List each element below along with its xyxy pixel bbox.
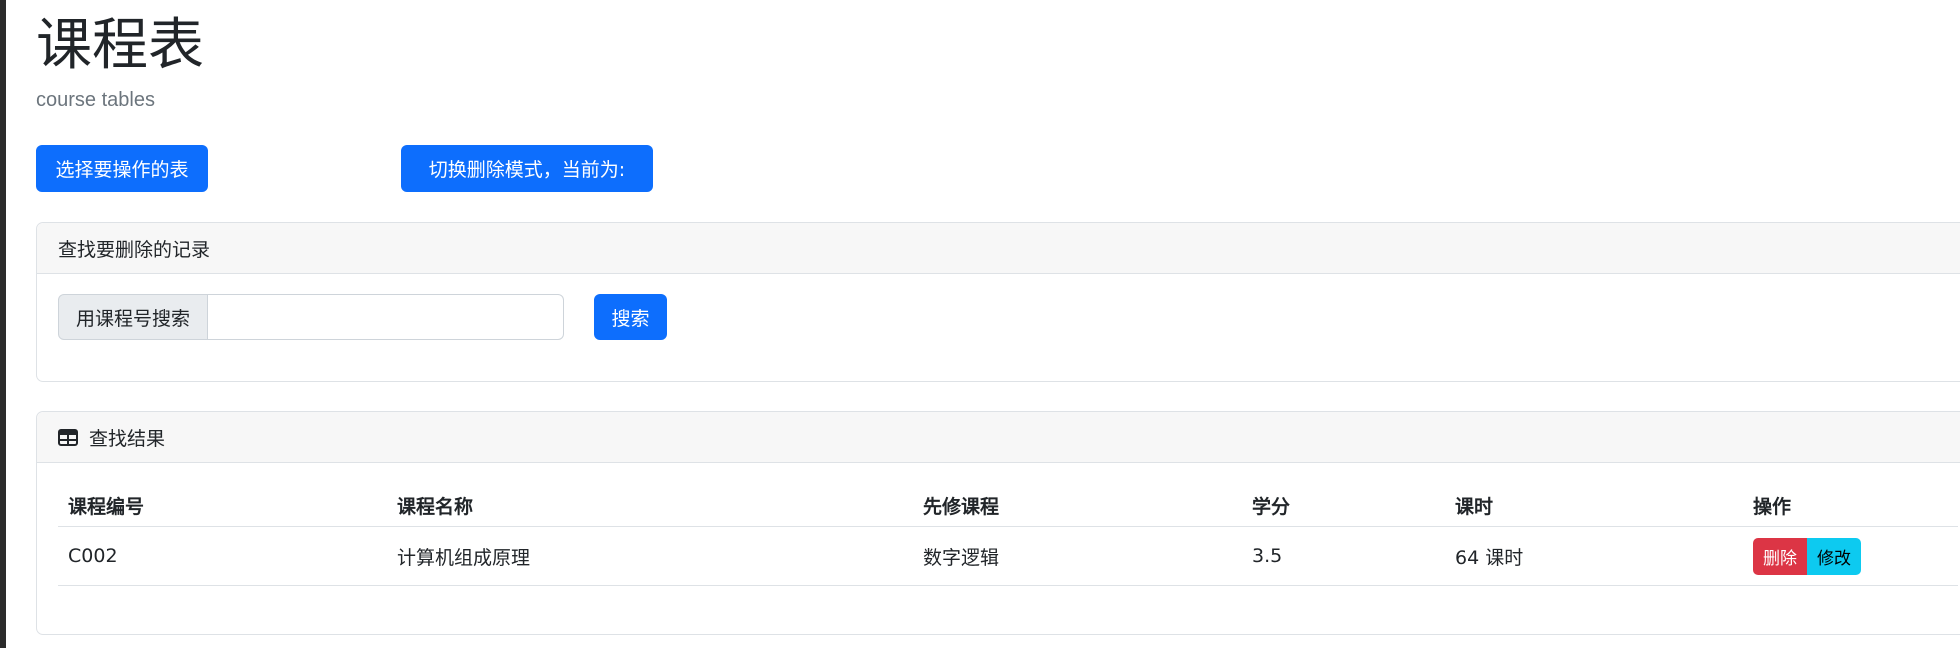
search-input-group: 用课程号搜索 (58, 294, 564, 340)
results-card-title: 查找结果 (89, 427, 166, 450)
results-table: 课程编号 课程名称 先修课程 学分 课时 操作 C002 计算机组成原理 数字逻… (58, 484, 1958, 586)
page-subtitle: course tables (36, 89, 155, 111)
column-header-course-name: 课程名称 (387, 484, 913, 527)
cell-actions: 删除 修改 (1743, 526, 1958, 586)
cell-course-id: C002 (58, 526, 387, 586)
column-header-hours: 课时 (1445, 484, 1743, 527)
column-header-actions: 操作 (1743, 484, 1958, 527)
table-row: C002 计算机组成原理 数字逻辑 3.5 64 课时 删除 修改 (58, 526, 1958, 586)
results-card-header: 查找结果 (37, 412, 1960, 463)
search-button[interactable]: 搜索 (594, 294, 667, 340)
select-table-button[interactable]: 选择要操作的表 (36, 145, 208, 192)
table-header-row: 课程编号 课程名称 先修课程 学分 课时 操作 (58, 484, 1958, 527)
column-header-credit: 学分 (1242, 484, 1445, 527)
search-card: 查找要删除的记录 用课程号搜索 搜索 (36, 222, 1960, 382)
results-card: 查找结果 课程编号 课程名称 先修课程 学分 课时 操作 C002 计算机组成原… (36, 411, 1960, 635)
search-input-addon: 用课程号搜索 (58, 294, 208, 340)
cell-hours: 64 课时 (1445, 526, 1743, 586)
cell-credit: 3.5 (1242, 526, 1445, 586)
column-header-prerequisite: 先修课程 (913, 484, 1242, 527)
toggle-delete-mode-button[interactable]: 切换删除模式，当前为: (401, 145, 653, 192)
search-card-header: 查找要删除的记录 (37, 223, 1960, 274)
cell-prerequisite: 数字逻辑 (913, 526, 1242, 586)
cell-course-name: 计算机组成原理 (387, 526, 913, 586)
column-header-course-id: 课程编号 (58, 484, 387, 527)
delete-button[interactable]: 删除 (1753, 537, 1807, 575)
page-title: 课程表 (36, 13, 204, 78)
edit-button[interactable]: 修改 (1807, 537, 1861, 575)
table-icon (58, 428, 78, 446)
window-left-edge (0, 0, 6, 648)
course-id-search-input[interactable] (208, 294, 564, 340)
